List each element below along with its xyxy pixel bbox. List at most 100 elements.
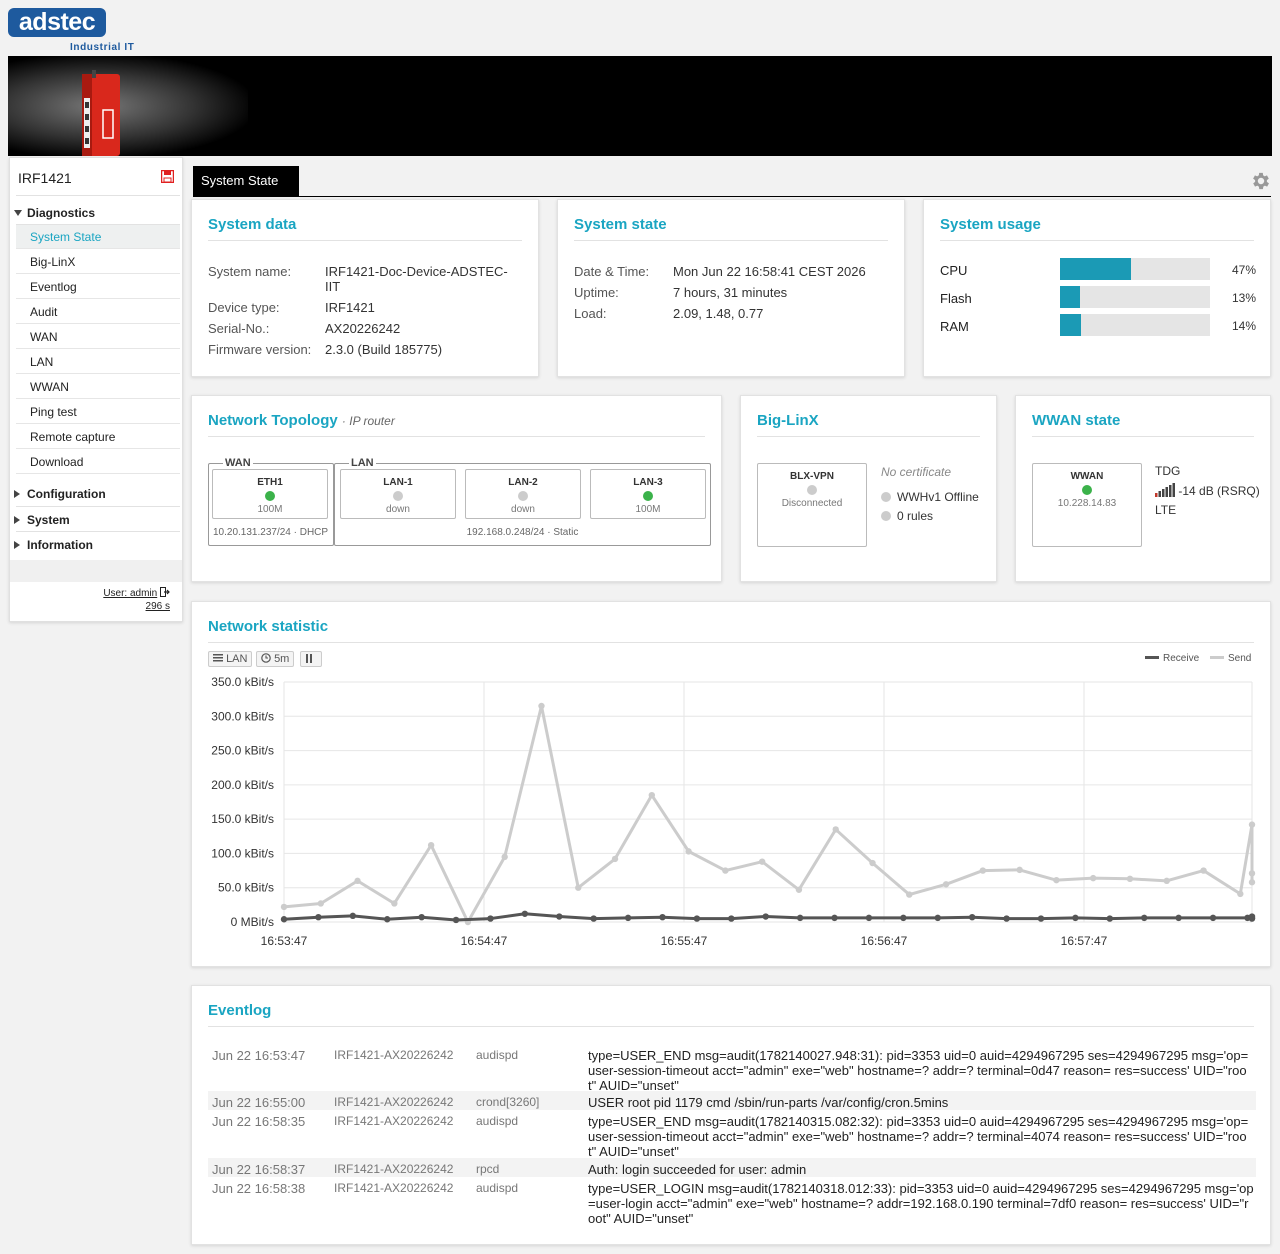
topology-subtitle: · IP router — [341, 414, 395, 428]
nav-group-diagnostics[interactable]: Diagnostics — [12, 206, 95, 220]
gear-icon[interactable] — [1250, 170, 1272, 192]
status-dot — [265, 491, 275, 501]
cpu-percent: 47% — [1231, 263, 1256, 277]
signal-strength-icon — [1155, 483, 1175, 497]
firmware-version-label: Firmware version: — [208, 342, 312, 357]
data-point-send — [1248, 870, 1256, 877]
sidebar-item-big-linx[interactable]: Big-LinX — [16, 250, 180, 274]
wan-group-label: WAN — [223, 457, 253, 469]
port-state: Disconnected — [781, 498, 843, 509]
bar-fill — [1060, 286, 1080, 308]
pause-button[interactable] — [300, 651, 322, 667]
tab-system-state[interactable]: System State — [193, 166, 299, 196]
uptime-value: 7 hours, 31 minutes — [673, 285, 788, 300]
port-state: 10.228.14.83 — [1057, 498, 1117, 509]
save-icon[interactable] — [161, 170, 174, 183]
port-state: down — [511, 504, 535, 515]
sidebar-item-ping-test[interactable]: Ping test — [16, 400, 180, 424]
nav-group-information[interactable]: Information — [12, 538, 93, 552]
x-tick-label: 16:53:47 — [261, 934, 308, 948]
sidebar-item-eventlog[interactable]: Eventlog — [16, 275, 180, 299]
session-timeout: 296 s — [145, 601, 170, 612]
interval-select-button[interactable]: 5m — [256, 651, 295, 667]
sidebar-item-audit[interactable]: Audit — [16, 300, 180, 324]
logo-subtitle: Industrial IT — [70, 42, 135, 53]
sidebar-item-system-state[interactable]: System State — [16, 225, 180, 249]
y-tick-label: 0 MBit/s — [231, 915, 274, 929]
serial-no-label: Serial-No.: — [208, 321, 270, 336]
rules-status-text: 0 rules — [897, 509, 934, 523]
card-divider — [208, 240, 522, 241]
port-wwan[interactable]: WWAN 10.228.14.83 — [1032, 463, 1142, 547]
flash-label: Flash — [940, 291, 972, 306]
port-lan-3[interactable]: LAN-3 100M — [590, 469, 706, 519]
sidebar-item-lan[interactable]: LAN — [16, 350, 180, 374]
event-host: IRF1421-AX20226242 — [334, 1162, 454, 1176]
data-point-receive — [796, 914, 804, 922]
sidebar-item-download[interactable]: Download — [16, 450, 180, 474]
status-dot — [393, 491, 403, 501]
eventlog-row: Jun 22 16:58:38 IRF1421-AX20226242 audispd… — [208, 1177, 1256, 1226]
nav-group-label: Diagnostics — [27, 206, 96, 220]
legend-receive[interactable]: Receive — [1145, 653, 1199, 664]
network-chart: 350.0 kBit/s 300.0 kBit/s 250.0 kBit/s 200.… — [211, 675, 1256, 948]
card-title: System data — [208, 216, 297, 233]
serial-no-value: AX20226242 — [325, 321, 401, 336]
load-label: Load: — [574, 306, 607, 321]
banner-glow — [8, 56, 248, 156]
legend-send[interactable]: Send — [1210, 653, 1251, 664]
card-divider — [574, 240, 888, 241]
port-state: 100M — [635, 504, 661, 515]
firmware-version-value: 2.3.0 (Build 185775) — [325, 342, 443, 357]
event-message: type=USER_END msg=audit(1782140315.082:3… — [588, 1114, 1249, 1159]
data-point-receive — [865, 914, 873, 922]
x-tick-label: 16:55:47 — [661, 934, 708, 948]
port-lan-2[interactable]: LAN-2 down — [465, 469, 581, 519]
logo-word: adstec — [8, 8, 106, 37]
sidebar-divider — [16, 531, 180, 532]
data-point-send — [391, 900, 398, 907]
sidebar-item-wwan[interactable]: WWAN — [16, 375, 180, 399]
x-tick-label: 16:54:47 — [461, 934, 508, 948]
data-point-send — [1248, 821, 1256, 828]
data-point-send — [942, 881, 950, 888]
port-lan-1[interactable]: LAN-1 down — [340, 469, 456, 519]
tab-underline — [193, 196, 1271, 197]
interface-select-button[interactable]: LAN — [208, 651, 253, 667]
topology-title: Network Topology — [208, 412, 338, 429]
pause-icon — [306, 654, 312, 663]
card-divider — [940, 240, 1254, 241]
legend-label: Send — [1228, 653, 1252, 664]
card-title: Eventlog — [208, 1002, 272, 1019]
card-title: Big-LinX — [757, 412, 819, 429]
logout-icon[interactable] — [160, 587, 170, 597]
lan-group-label: LAN — [349, 457, 376, 469]
wwan-signal-text: -14 dB (RSRQ) — [1178, 484, 1260, 498]
card-divider — [757, 436, 980, 437]
port-eth1[interactable]: ETH1 100M — [212, 469, 328, 519]
data-point-receive — [384, 916, 391, 923]
port-blx-vpn[interactable]: BLX-VPN Disconnected — [757, 463, 867, 547]
data-point-send — [1016, 866, 1023, 874]
eventlog-row: Jun 22 16:55:00 IRF1421-AX20226242 crond[3… — [208, 1091, 1256, 1110]
data-point-send — [906, 891, 913, 898]
port-name: BLX-VPN — [790, 471, 834, 482]
y-tick-label: 250.0 kBit/s — [211, 744, 274, 758]
interface-label: LAN — [226, 653, 248, 665]
ram-percent: 14% — [1231, 319, 1256, 333]
user-logout-link[interactable]: User: admin — [103, 588, 157, 599]
event-date: Jun 22 16:58:35 — [212, 1114, 306, 1129]
nav-group-configuration[interactable]: Configuration — [12, 487, 106, 501]
event-message: Auth: login succeeded for user: admin — [588, 1162, 807, 1177]
ram-label: RAM — [940, 319, 969, 334]
sidebar-item-wan[interactable]: WAN — [16, 325, 180, 349]
sidebar-device-name: IRF1421 — [18, 170, 72, 186]
data-point-receive — [693, 915, 701, 922]
event-process: crond[3260] — [476, 1095, 540, 1109]
interval-label: 5m — [274, 653, 290, 665]
data-point-send — [317, 900, 324, 907]
sidebar-item-remote-capture[interactable]: Remote capture — [16, 425, 180, 449]
wwhv1-status-text: WWHv1 Offline — [897, 490, 979, 504]
nav-group-label: System — [27, 513, 70, 527]
nav-group-system[interactable]: System — [12, 513, 70, 527]
